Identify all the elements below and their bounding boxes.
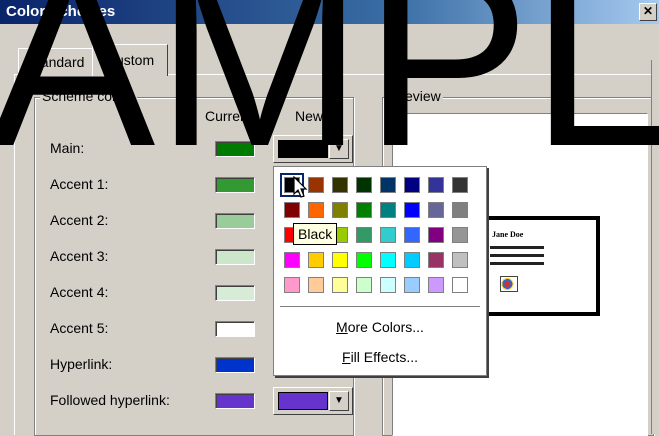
palette-color-cell[interactable] bbox=[332, 202, 348, 218]
palette-color-cell[interactable] bbox=[428, 202, 444, 218]
palette-color-cell[interactable] bbox=[380, 177, 396, 193]
more-colors-rest: ore Colors... bbox=[347, 319, 424, 335]
scheme-row-label: Accent 5: bbox=[50, 320, 109, 336]
palette-color-cell[interactable] bbox=[356, 252, 372, 268]
current-color-swatch bbox=[215, 285, 255, 301]
palette-color-cell[interactable] bbox=[308, 177, 324, 193]
palette-color-cell[interactable] bbox=[452, 252, 468, 268]
palette-divider bbox=[280, 306, 480, 308]
palette-color-cell[interactable] bbox=[404, 277, 420, 293]
current-color-swatch bbox=[215, 321, 255, 337]
fill-effects-item[interactable]: Fill Effects... bbox=[274, 349, 486, 365]
palette-color-cell[interactable] bbox=[380, 277, 396, 293]
palette-color-cell[interactable] bbox=[356, 177, 372, 193]
chevron-down-icon: ▼ bbox=[329, 391, 349, 411]
palette-color-cell[interactable] bbox=[428, 177, 444, 193]
palette-color-cell[interactable] bbox=[356, 202, 372, 218]
scheme-row-label: Accent 2: bbox=[50, 212, 109, 228]
palette-color-cell[interactable] bbox=[428, 252, 444, 268]
palette-color-cell[interactable] bbox=[380, 252, 396, 268]
current-color-swatch bbox=[215, 213, 255, 229]
mouse-pointer-icon bbox=[293, 176, 308, 198]
palette-color-cell[interactable] bbox=[452, 277, 468, 293]
palette-color-cell[interactable] bbox=[452, 177, 468, 193]
close-icon: ✕ bbox=[642, 4, 654, 18]
new-color-swatch bbox=[278, 392, 328, 410]
palette-color-cell[interactable] bbox=[284, 252, 300, 268]
palette-color-cell[interactable] bbox=[404, 177, 420, 193]
palette-color-cell[interactable] bbox=[308, 202, 324, 218]
card-text-line bbox=[490, 246, 544, 249]
tab-custom[interactable]: Custom bbox=[92, 44, 168, 76]
palette-color-cell[interactable] bbox=[428, 277, 444, 293]
current-column-header: Current bbox=[205, 108, 252, 124]
chevron-down-icon: ▼ bbox=[329, 139, 349, 159]
palette-color-cell[interactable] bbox=[404, 227, 420, 243]
window-title: Color Schemes bbox=[6, 3, 116, 20]
current-color-swatch bbox=[215, 357, 255, 373]
palette-color-cell[interactable] bbox=[452, 227, 468, 243]
preview-business-card: Jane Doe bbox=[478, 216, 600, 316]
palette-color-cell[interactable] bbox=[284, 202, 300, 218]
palette-color-cell[interactable] bbox=[332, 277, 348, 293]
palette-color-cell[interactable] bbox=[308, 252, 324, 268]
close-button[interactable]: ✕ bbox=[639, 3, 657, 21]
scrollbar[interactable] bbox=[651, 60, 659, 434]
more-colors-item[interactable]: More Colors... bbox=[274, 319, 486, 335]
fill-effects-rest: ill Effects... bbox=[350, 349, 418, 365]
palette-color-cell[interactable] bbox=[332, 177, 348, 193]
current-color-swatch bbox=[215, 141, 255, 157]
current-color-swatch bbox=[215, 177, 255, 193]
new-color-swatch bbox=[278, 140, 328, 158]
palette-color-cell[interactable] bbox=[356, 227, 372, 243]
card-text-line bbox=[490, 254, 544, 257]
palette-color-cell[interactable] bbox=[404, 202, 420, 218]
new-column-header: New bbox=[295, 108, 324, 124]
scheme-row-label: Accent 4: bbox=[50, 284, 109, 300]
title-bar: Color Schemes ✕ bbox=[0, 0, 659, 24]
palette-color-cell[interactable] bbox=[428, 227, 444, 243]
scheme-row-label: Accent 3: bbox=[50, 248, 109, 264]
scheme-row-label: Hyperlink: bbox=[50, 356, 113, 372]
new-color-dropdown[interactable]: ▼ bbox=[273, 387, 353, 415]
preview-label: Preview bbox=[389, 88, 443, 104]
palette-color-cell[interactable] bbox=[404, 252, 420, 268]
palette-color-cell[interactable] bbox=[308, 277, 324, 293]
current-color-swatch bbox=[215, 249, 255, 265]
new-color-dropdown[interactable]: ▼ bbox=[273, 135, 353, 163]
palette-color-cell[interactable] bbox=[332, 252, 348, 268]
more-colors-accel: M bbox=[336, 319, 348, 335]
scheme-row-label: Main: bbox=[50, 140, 85, 156]
palette-color-cell[interactable] bbox=[356, 277, 372, 293]
tab-standard[interactable]: Standard bbox=[18, 48, 94, 75]
card-name: Jane Doe bbox=[492, 230, 524, 239]
card-text-line bbox=[490, 262, 544, 265]
palette-color-cell[interactable] bbox=[380, 202, 396, 218]
current-color-swatch bbox=[215, 393, 255, 409]
scheme-colors-label: Scheme colors bbox=[40, 88, 137, 104]
card-logo-icon bbox=[500, 276, 518, 292]
scheme-row-label: Accent 1: bbox=[50, 176, 109, 192]
palette-color-cell[interactable] bbox=[380, 227, 396, 243]
color-tooltip: Black bbox=[293, 223, 338, 245]
fill-effects-accel: F bbox=[342, 349, 351, 365]
palette-color-cell[interactable] bbox=[284, 277, 300, 293]
scheme-row-label: Followed hyperlink: bbox=[50, 392, 170, 408]
palette-color-cell[interactable] bbox=[452, 202, 468, 218]
